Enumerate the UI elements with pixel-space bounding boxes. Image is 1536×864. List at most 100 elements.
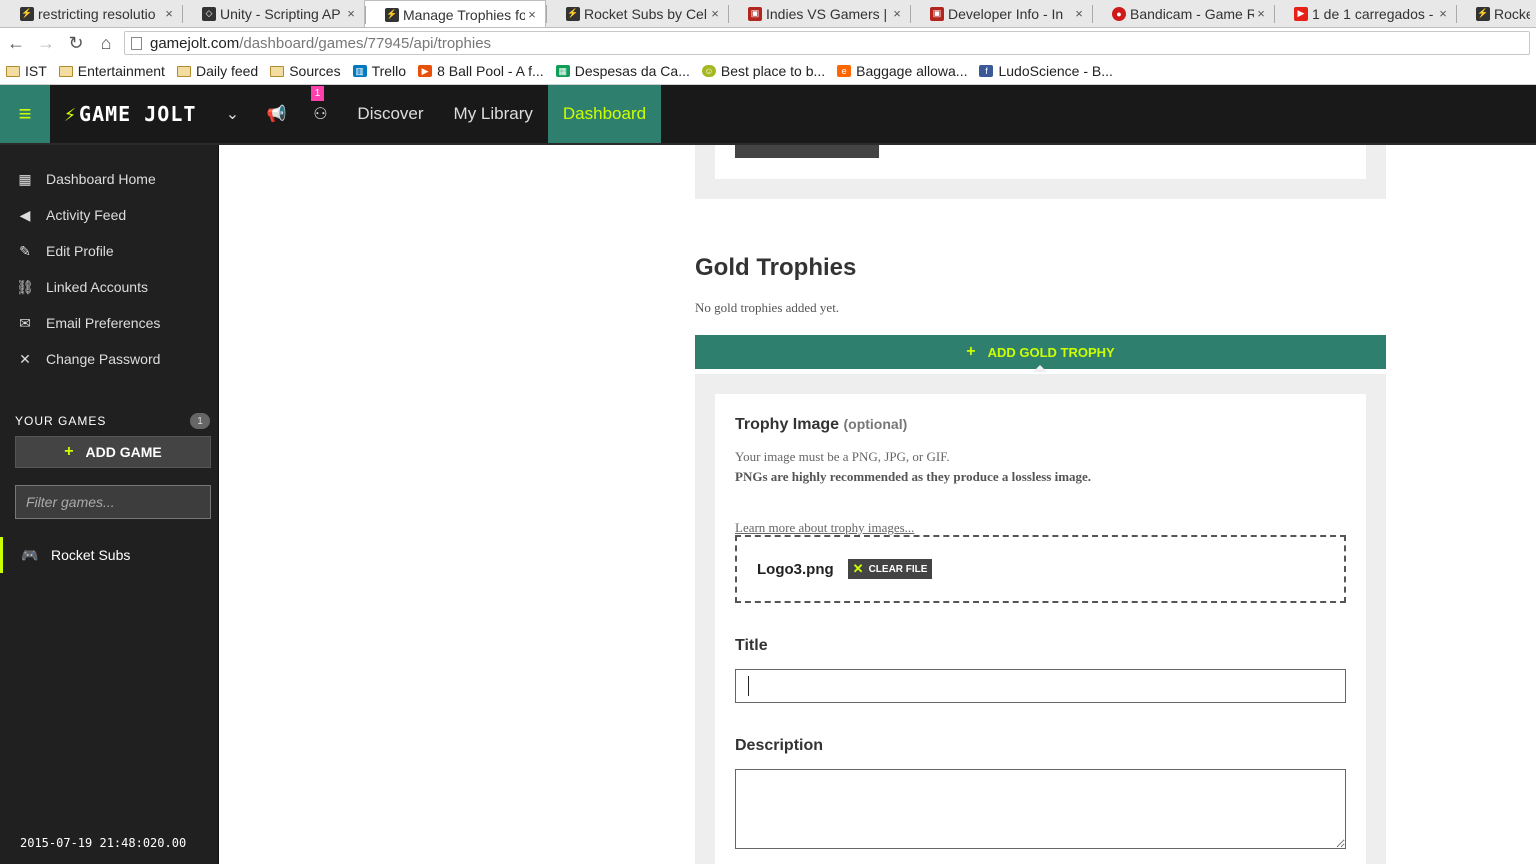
chevron-down-icon[interactable]: ⌄: [210, 85, 254, 143]
plus-icon: +: [966, 343, 976, 360]
close-icon[interactable]: ×: [1436, 6, 1450, 21]
bookmark-item[interactable]: ☺ Best place to b...: [701, 63, 826, 79]
bookmark-label: Trello: [371, 63, 407, 79]
sidebar-game-rocket-subs[interactable]: 🎮 Rocket Subs: [0, 537, 218, 573]
facebook-icon: f: [979, 65, 994, 77]
browser-tab-active[interactable]: ⚡ Manage Trophies fo ×: [364, 0, 546, 27]
nav-my-library[interactable]: My Library: [439, 85, 548, 143]
browser-tab[interactable]: ⚡ Rocket Subs by Cel ×: [546, 0, 728, 27]
pencil-icon: ✎: [19, 242, 31, 259]
sidebar: ▦ Dashboard Home ◀ Activity Feed ✎ Edit Pro…: [0, 145, 219, 864]
trello-icon: ▥: [352, 65, 367, 77]
folder-icon: [58, 65, 73, 77]
logo-text: GAME JOLT: [79, 102, 197, 126]
bookmark-item[interactable]: ▥ Trello: [352, 63, 407, 79]
tab-label: Manage Trophies fo: [403, 6, 525, 23]
address-bar[interactable]: gamejolt.com/dashboard/games/77945/api/t…: [124, 31, 1530, 55]
bookmark-item[interactable]: e Baggage allowa...: [837, 63, 967, 79]
title-input[interactable]: [735, 669, 1346, 703]
sidebar-item-dashboard-home[interactable]: ▦ Dashboard Home: [0, 161, 218, 197]
bookmark-item[interactable]: Sources: [270, 63, 341, 79]
tab-label: Developer Info - In: [948, 5, 1064, 22]
notification-badge: 1: [311, 86, 324, 101]
title-label: Title: [735, 637, 768, 654]
tools-icon: ✕: [19, 350, 31, 367]
add-game-button[interactable]: + ADD GAME: [15, 436, 211, 468]
sidebar-item-activity-feed[interactable]: ◀ Activity Feed: [0, 197, 218, 233]
link-icon: ⛓: [16, 278, 34, 295]
envelope-icon: ✉: [19, 314, 31, 331]
browser-tab[interactable]: ● Bandicam - Game R ×: [1092, 0, 1274, 27]
bookmark-label: Best place to b...: [720, 63, 826, 79]
close-icon[interactable]: ×: [1254, 6, 1268, 21]
url-path: /dashboard/games/77945/api/trophies: [239, 34, 492, 52]
gamejolt-logo[interactable]: ⚡ GAME JOLT: [64, 99, 196, 129]
browser-tab[interactable]: ▣ Developer Info - In ×: [910, 0, 1092, 27]
game-label: Rocket Subs: [51, 547, 131, 563]
tab-label: Unity - Scripting AP: [220, 5, 341, 22]
url-host: gamejolt.com: [150, 34, 240, 52]
nav-dashboard[interactable]: Dashboard: [547, 85, 662, 143]
add-game-label: ADD GAME: [85, 444, 162, 460]
bookmark-label: Entertainment: [77, 63, 165, 79]
browser-tab[interactable]: ⚡ Rocket: [1456, 0, 1536, 27]
sidebar-item-change-password[interactable]: ✕ Change Password: [0, 341, 218, 377]
sidebar-item-edit-profile[interactable]: ✎ Edit Profile: [0, 233, 218, 269]
gamejolt-favicon-icon: ⚡: [1476, 6, 1490, 21]
close-icon[interactable]: ×: [890, 6, 904, 21]
megaphone-icon[interactable]: 📢: [254, 85, 298, 143]
sidebar-item-label: Edit Profile: [46, 243, 114, 259]
forward-arrow-icon[interactable]: →: [32, 29, 60, 57]
back-arrow-icon[interactable]: ←: [2, 29, 30, 57]
easyjet-icon: e: [837, 65, 852, 77]
sidebar-item-label: Linked Accounts: [46, 279, 148, 295]
browser-tab[interactable]: ◇ Unity - Scripting AP ×: [182, 0, 364, 27]
menu-icon[interactable]: ≡: [0, 85, 50, 143]
image-help-text: Your image must be a PNG, JPG, or GIF.: [735, 449, 950, 464]
learn-more-link[interactable]: Learn more about trophy images...: [735, 520, 914, 536]
sidebar-item-email-preferences[interactable]: ✉ Email Preferences: [0, 305, 218, 341]
section-title: Gold Trophies: [695, 254, 857, 281]
trophy-image-label: Trophy Image (optional): [735, 416, 907, 434]
filter-games-input[interactable]: [15, 485, 211, 519]
plus-icon: +: [64, 443, 74, 460]
sidebar-nav: ▦ Dashboard Home ◀ Activity Feed ✎ Edit Pro…: [0, 161, 218, 377]
bookmark-label: LudoScience - B...: [998, 63, 1113, 79]
close-icon[interactable]: ×: [525, 7, 539, 22]
browser-tab[interactable]: ▶ 1 de 1 carregados - ×: [1274, 0, 1456, 27]
add-gold-trophy-button[interactable]: + ADD GOLD TROPHY: [695, 335, 1386, 369]
browser-tab[interactable]: ▣ Indies VS Gamers | ×: [728, 0, 910, 27]
bookmark-item[interactable]: Daily feed: [176, 63, 258, 79]
previous-section-button[interactable]: [735, 145, 879, 158]
sidebar-item-linked-accounts[interactable]: ⛓ Linked Accounts: [0, 269, 218, 305]
close-icon[interactable]: ×: [708, 6, 722, 21]
bookmark-item[interactable]: ▦ Despesas da Ca...: [555, 63, 690, 79]
close-icon[interactable]: ×: [1072, 6, 1086, 21]
sheets-icon: ▦: [555, 65, 570, 77]
close-icon[interactable]: ×: [162, 6, 176, 21]
bookmark-item[interactable]: ▶ 8 Ball Pool - A f...: [418, 63, 544, 79]
bookmark-item[interactable]: Entertainment: [58, 63, 165, 79]
home-icon[interactable]: ⌂: [92, 29, 120, 57]
recording-timestamp: 2015-07-19 21:48:020.00: [20, 836, 187, 850]
description-textarea[interactable]: [735, 769, 1346, 849]
reload-icon[interactable]: ↻: [62, 29, 90, 57]
bookmark-label: 8 Ball Pool - A f...: [437, 63, 544, 79]
bookmark-label: IST: [25, 63, 47, 79]
tab-label: restricting resolutio: [38, 5, 156, 22]
clear-file-button[interactable]: ✕ CLEAR FILE: [847, 559, 933, 579]
bookmark-label: Despesas da Ca...: [574, 63, 690, 79]
nav-discover[interactable]: Discover: [342, 85, 438, 143]
your-games-header: YOUR GAMES 1: [0, 411, 218, 431]
gamejolt-favicon-icon: ⚡: [20, 6, 34, 21]
trophy-form: Trophy Image (optional) Your image must …: [715, 394, 1366, 864]
bookmark-item[interactable]: IST: [6, 63, 47, 79]
page-icon: [131, 36, 142, 50]
dropdown-caret: [1033, 365, 1047, 372]
file-dropzone[interactable]: Logo3.png ✕ CLEAR FILE: [735, 535, 1346, 603]
browser-tab[interactable]: ⚡ restricting resolutio ×: [0, 0, 182, 27]
bookmark-item[interactable]: f LudoScience - B...: [979, 63, 1113, 79]
close-icon[interactable]: ×: [344, 6, 358, 21]
browser-tab-strip: ⚡ restricting resolutio × ◇ Unity - Scri…: [0, 0, 1536, 28]
tab-label: 1 de 1 carregados -: [1312, 5, 1434, 22]
